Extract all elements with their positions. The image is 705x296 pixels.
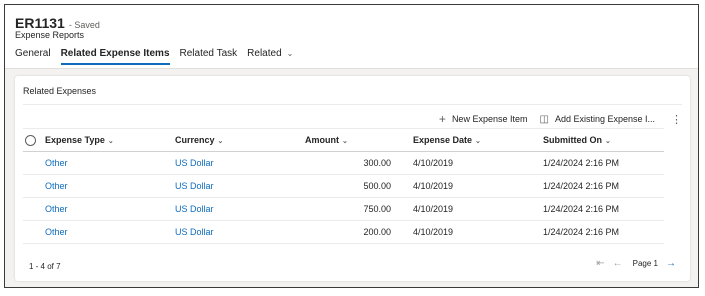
table-row[interactable]: Other US Dollar 200.00 4/10/2019 1/24/20… [23, 220, 664, 244]
column-spacer [391, 197, 413, 221]
amount-cell: 750.00 [305, 197, 391, 221]
record-title-row: ER1131 - Saved [15, 15, 100, 31]
chevron-down-icon: ⌄ [217, 138, 224, 145]
column-header-label: Currency [175, 135, 215, 145]
expense-date-cell: 4/10/2019 [413, 220, 543, 244]
row-select-cell[interactable] [23, 197, 45, 221]
chevron-down-icon: ⌄ [286, 49, 294, 58]
page-number: Page 1 [632, 259, 658, 268]
row-select-cell[interactable] [23, 151, 45, 175]
expense-type-link[interactable]: Other [45, 227, 68, 237]
amount-cell: 300.00 [305, 151, 391, 175]
submitted-on-cell: 1/24/2024 2:16 PM [543, 220, 664, 244]
column-header-amount[interactable]: Amount ⌄ [305, 128, 391, 152]
app-window: ER1131 - Saved Expense Reports General R… [4, 4, 699, 288]
record-count: 1 - 4 of 7 [29, 262, 61, 271]
currency-link[interactable]: US Dollar [175, 158, 214, 168]
expenses-grid: Expense Type ⌄ Currency ⌄ Amount ⌄ Expense … [23, 128, 664, 244]
expense-date-cell: 4/10/2019 [413, 174, 543, 198]
column-header-label: Submitted On [543, 135, 602, 145]
column-header-submitted-on[interactable]: Submitted On ⌄ [543, 128, 664, 152]
currency-link[interactable]: US Dollar [175, 227, 214, 237]
tab-related-task[interactable]: Related Task [180, 48, 238, 65]
save-status: - Saved [68, 20, 100, 30]
tab-bar: General Related Expense Items Related Ta… [15, 48, 303, 65]
select-all-radio[interactable] [25, 134, 36, 146]
more-options-icon[interactable]: ⋮ [671, 113, 682, 126]
column-header-expense-type[interactable]: Expense Type ⌄ [45, 128, 175, 152]
next-page-icon[interactable]: → [666, 258, 676, 269]
new-expense-item-label: New Expense Item [451, 114, 528, 124]
clipboard-icon: ◫ [539, 113, 549, 125]
amount-cell: 500.00 [305, 174, 391, 198]
add-existing-expense-button[interactable]: ◫ Add Existing Expense I... [539, 114, 655, 125]
column-spacer [391, 220, 413, 244]
expense-type-link[interactable]: Other [45, 181, 68, 191]
grid-header-row: Expense Type ⌄ Currency ⌄ Amount ⌄ Expense … [23, 128, 664, 152]
submitted-on-cell: 1/24/2024 2:16 PM [543, 197, 664, 221]
amount-cell: 200.00 [305, 220, 391, 244]
column-header-label: Expense Date [413, 135, 473, 145]
column-header-label: Expense Type [45, 135, 105, 145]
currency-link[interactable]: US Dollar [175, 204, 214, 214]
chevron-down-icon: ⌄ [342, 138, 348, 145]
currency-link[interactable]: US Dollar [175, 181, 214, 191]
tab-label: General [15, 48, 51, 59]
expense-date-cell: 4/10/2019 [413, 197, 543, 221]
record-title: ER1131 [15, 15, 65, 31]
expense-type-link[interactable]: Other [45, 158, 68, 168]
new-expense-item-button[interactable]: + New Expense Item [439, 112, 528, 126]
grid-toolbar: + New Expense Item ◫ Add Existing Expens… [427, 110, 682, 128]
expense-date-cell: 4/10/2019 [413, 151, 543, 175]
header-divider [5, 68, 698, 69]
column-header-label: Amount [305, 135, 339, 145]
table-row[interactable]: Other US Dollar 750.00 4/10/2019 1/24/20… [23, 197, 664, 221]
column-header-currency[interactable]: Currency ⌄ [175, 128, 305, 152]
tab-label: Related Task [179, 48, 238, 59]
select-all-cell[interactable] [23, 128, 45, 152]
plus-icon: + [438, 112, 446, 126]
tab-label: Related [247, 48, 282, 59]
table-row[interactable]: Other US Dollar 300.00 4/10/2019 1/24/20… [23, 151, 664, 175]
submitted-on-cell: 1/24/2024 2:16 PM [543, 151, 664, 175]
row-select-cell[interactable] [23, 220, 45, 244]
column-spacer [391, 128, 413, 152]
first-page-icon[interactable]: ⇤ [596, 258, 604, 269]
expense-type-link[interactable]: Other [45, 204, 68, 214]
table-row[interactable]: Other US Dollar 500.00 4/10/2019 1/24/20… [23, 174, 664, 198]
chevron-down-icon: ⌄ [605, 138, 611, 145]
pagination: ⇤ ← Page 1 → [588, 258, 676, 269]
form-header: ER1131 - Saved Expense Reports General R… [5, 5, 698, 68]
related-expenses-card: Related Expenses + New Expense Item ◫ Ad… [15, 76, 690, 281]
tab-label: Related Expense Items [60, 48, 170, 59]
chevron-down-icon: ⌄ [107, 138, 114, 145]
chevron-down-icon: ⌄ [475, 138, 481, 145]
column-spacer [391, 151, 413, 175]
column-spacer [391, 174, 413, 198]
section-title: Related Expenses [23, 86, 97, 96]
section-divider [23, 104, 682, 105]
add-existing-expense-label: Add Existing Expense I... [554, 114, 655, 124]
tab-related[interactable]: Related ⌄ [247, 48, 293, 65]
submitted-on-cell: 1/24/2024 2:16 PM [543, 174, 664, 198]
row-select-cell[interactable] [23, 174, 45, 198]
column-header-expense-date[interactable]: Expense Date ⌄ [413, 128, 543, 152]
previous-page-icon[interactable]: ← [613, 258, 623, 269]
tab-related-expense-items[interactable]: Related Expense Items [60, 48, 170, 65]
tab-general[interactable]: General [15, 48, 51, 65]
entity-name: Expense Reports [15, 30, 85, 40]
